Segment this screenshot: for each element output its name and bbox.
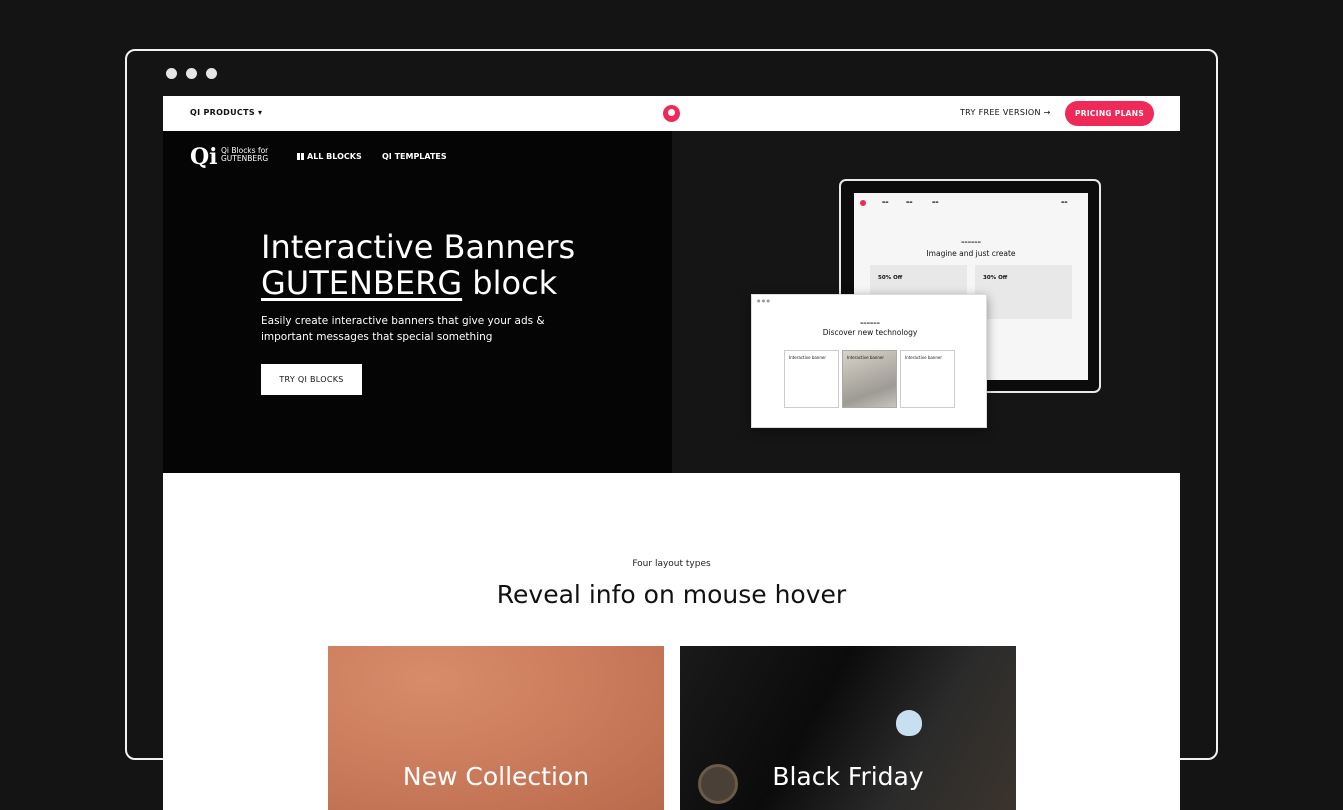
browser-kicker: ▬▬▬▬▬▬ bbox=[860, 321, 880, 325]
banner-label: New Collection bbox=[402, 762, 590, 791]
banner-label: Black Friday bbox=[772, 762, 924, 791]
hero-title-line-2: GUTENBERG block bbox=[261, 265, 575, 301]
tablet-nav-item: ▬▬ bbox=[906, 200, 913, 204]
hero-description: Easily create interactive banners that g… bbox=[261, 315, 545, 343]
tablet-nav-item: ▬▬ bbox=[932, 200, 939, 204]
tablet-card-label: 50% Off bbox=[878, 275, 903, 281]
hero-title-rest: block bbox=[462, 264, 558, 302]
hero-preview: ▬▬ ▬▬ ▬▬ ▬▬ ▬▬▬▬▬▬ Imagine and just crea… bbox=[672, 131, 1180, 473]
nav-all-blocks[interactable]: ALL BLOCKS bbox=[297, 152, 362, 161]
tablet-card: 30% Off bbox=[975, 265, 1072, 319]
try-free-version-link[interactable]: TRY FREE VERSION → bbox=[960, 108, 1051, 117]
page: QI PRODUCTS ▾ TRY FREE VERSION → PRICING… bbox=[163, 96, 1180, 810]
brand-line-2: GUTENBERG bbox=[221, 154, 269, 163]
nav-qi-templates[interactable]: QI TEMPLATES bbox=[382, 152, 447, 161]
tablet-heading: Imagine and just create bbox=[926, 249, 1016, 258]
browser-card-label: Interactive banner bbox=[905, 355, 942, 360]
window-controls bbox=[166, 68, 217, 79]
pricing-plans-button[interactable]: PRICING PLANS bbox=[1065, 101, 1154, 126]
hero-title-highlight: GUTENBERG bbox=[261, 264, 463, 302]
top-bar: QI PRODUCTS ▾ TRY FREE VERSION → PRICING… bbox=[163, 96, 1180, 131]
window-dot[interactable] bbox=[186, 68, 197, 79]
browser-card: Interactive banner bbox=[784, 350, 839, 408]
section-title: Reveal info on mouse hover bbox=[496, 580, 847, 609]
try-qi-blocks-button[interactable]: TRY QI BLOCKS bbox=[261, 364, 362, 395]
hero-section: Qi Qi Blocks for GUTENBERG ALL BLOCKS QI… bbox=[163, 131, 672, 473]
browser-heading: Discover new technology bbox=[822, 328, 918, 337]
window-dot[interactable] bbox=[166, 68, 177, 79]
banner-new-collection[interactable]: New Collection bbox=[328, 646, 664, 810]
browser-mockup: ● ● ● ▬▬▬▬▬▬ Discover new technology Int… bbox=[751, 294, 987, 428]
qi-products-menu[interactable]: QI PRODUCTS ▾ bbox=[190, 108, 262, 117]
banner-black-friday[interactable]: Black Friday bbox=[680, 646, 1016, 810]
browser-mockup-dots: ● ● ● bbox=[757, 298, 771, 303]
tablet-card-label: 30% Off bbox=[983, 275, 1008, 281]
browser-card: Interactive banner bbox=[900, 350, 955, 408]
nav-all-blocks-label: ALL BLOCKS bbox=[307, 152, 362, 161]
tablet-logo-icon bbox=[860, 200, 866, 206]
apple-logo-icon bbox=[896, 710, 922, 736]
hero-title-line-1: Interactive Banners bbox=[261, 228, 576, 266]
window-dot[interactable] bbox=[206, 68, 217, 79]
grid-icon bbox=[297, 153, 304, 160]
section-kicker: Four layout types bbox=[632, 559, 711, 569]
tablet-kicker: ▬▬▬▬▬▬ bbox=[961, 240, 981, 244]
hero-title: Interactive Banners GUTENBERG block bbox=[261, 229, 575, 301]
tablet-nav-item: ▬▬ bbox=[882, 200, 889, 204]
brand-text: Qi Blocks for GUTENBERG bbox=[221, 147, 268, 163]
qi-brand-logo-icon[interactable]: Qi bbox=[190, 143, 218, 171]
browser-card-label: Interactive banner bbox=[789, 355, 826, 360]
browser-card: Interactive banner bbox=[842, 350, 897, 408]
browser-card-label: Interactive banner bbox=[847, 355, 884, 360]
qi-logo-icon[interactable] bbox=[663, 105, 680, 122]
tablet-nav-item: ▬▬ bbox=[1061, 200, 1068, 204]
